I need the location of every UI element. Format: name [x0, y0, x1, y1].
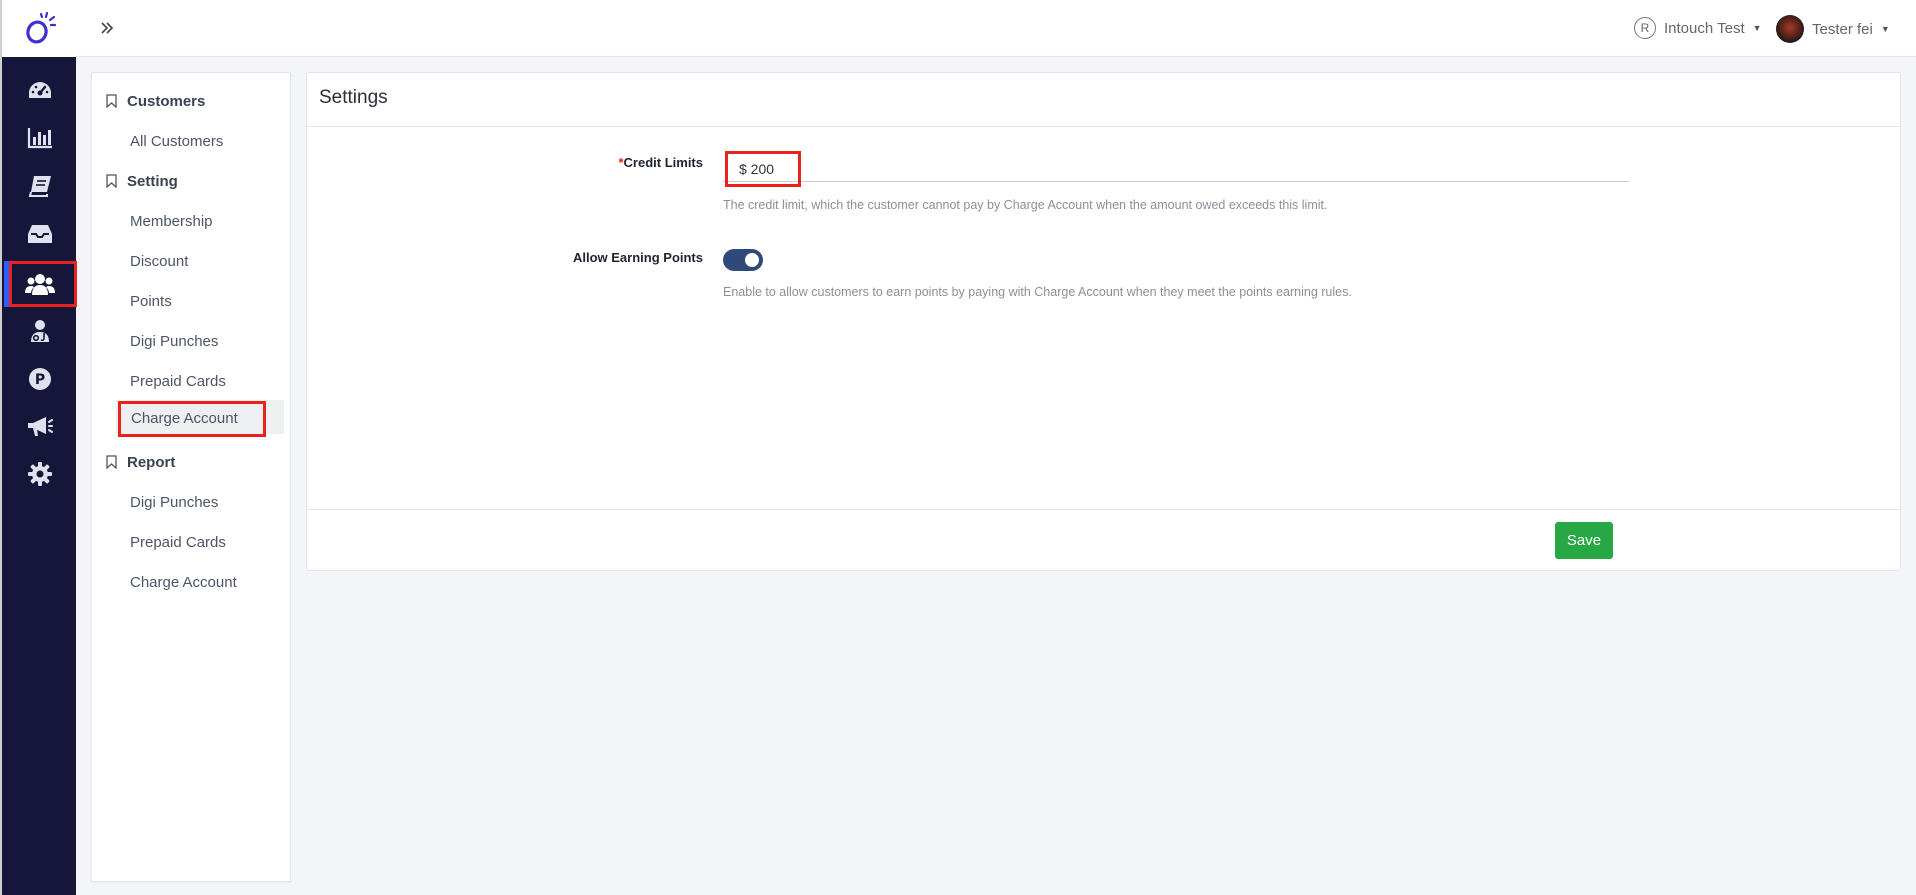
nav-item-label: Charge Account — [131, 409, 238, 427]
nav-group-report: Report — [106, 450, 175, 474]
bookmark-icon — [106, 455, 117, 469]
nav-item-label: Prepaid Cards — [130, 372, 226, 390]
user-menu[interactable]: Tester fei ▼ — [1776, 15, 1890, 43]
rail-catalog[interactable] — [2, 164, 78, 208]
nav-item-label: Digi Punches — [130, 332, 219, 350]
rail-inbox[interactable] — [2, 212, 78, 256]
caret-down-icon: ▼ — [1752, 23, 1762, 33]
nav-item-prepaid-cards[interactable]: Prepaid Cards — [130, 367, 226, 395]
nav-item-membership[interactable]: Membership — [130, 207, 213, 235]
rail-dashboard[interactable] — [2, 69, 78, 113]
app-logo[interactable] — [2, 0, 78, 57]
rail-points[interactable]: P — [2, 357, 78, 401]
staff-icon — [31, 320, 49, 342]
nav-item-label: Discount — [130, 252, 189, 270]
gear-icon — [28, 462, 52, 486]
allow-earning-points-toggle[interactable] — [723, 249, 763, 271]
divider — [307, 126, 1900, 127]
store-name: Intouch Test — [1664, 19, 1745, 37]
settings-card: Settings *Credit Limits $ 200 The credit… — [306, 72, 1901, 571]
credit-limits-label: *Credit Limits — [618, 155, 703, 170]
nav-group-customers: Customers — [106, 89, 205, 113]
save-button[interactable]: Save — [1555, 522, 1613, 559]
credit-limits-label-text: Credit Limits — [623, 155, 703, 170]
nav-group-label: Report — [127, 453, 176, 471]
page-title: Settings — [319, 87, 388, 108]
top-bar: R Intouch Test ▼ Tester fei ▼ — [76, 0, 1916, 57]
store-selector[interactable]: R Intouch Test ▼ — [1634, 16, 1762, 40]
rail-marketing[interactable] — [2, 404, 78, 448]
caret-down-icon: ▼ — [1880, 24, 1890, 34]
logo-icon — [25, 11, 56, 44]
credit-limits-input[interactable]: $ 200 — [725, 151, 801, 187]
rail-settings[interactable] — [2, 452, 78, 496]
book-icon — [28, 176, 51, 197]
nav-item-label: Points — [130, 292, 172, 310]
nav-item-label: Membership — [130, 212, 213, 230]
nav-item-label: All Customers — [130, 132, 224, 150]
user-name: Tester fei — [1812, 20, 1873, 38]
divider — [307, 509, 1900, 510]
expand-sidebar-button[interactable] — [96, 17, 118, 39]
store-badge: R — [1634, 17, 1656, 39]
svg-text:P: P — [35, 372, 45, 388]
nav-item-all-customers[interactable]: All Customers — [130, 127, 223, 155]
nav-item-label: Prepaid Cards — [130, 533, 226, 551]
rail-reports[interactable] — [2, 116, 78, 160]
nav-item-points[interactable]: Points — [130, 287, 172, 315]
customers-icon — [25, 274, 55, 295]
nav-group-setting: Setting — [106, 169, 178, 193]
avatar — [1776, 15, 1804, 43]
megaphone-icon — [28, 417, 53, 436]
nav-item-discount[interactable]: Discount — [130, 247, 188, 275]
toggle-knob — [745, 253, 759, 267]
dashboard-icon — [29, 82, 51, 98]
nav-item-label: Digi Punches — [130, 493, 219, 511]
bookmark-icon — [106, 174, 117, 188]
nav-item-report-digi-punches[interactable]: Digi Punches — [130, 488, 218, 516]
bar-chart-icon — [27, 128, 52, 149]
secondary-nav: Customers All Customers Setting Membersh… — [91, 72, 291, 882]
nav-group-label: Setting — [127, 172, 178, 190]
double-chevron-right-icon — [101, 22, 114, 34]
rail-customers[interactable] — [2, 262, 78, 306]
nav-item-charge-account[interactable]: Charge Account — [131, 404, 238, 432]
nav-item-label: Charge Account — [130, 573, 237, 591]
nav-group-label: Customers — [127, 92, 206, 110]
icon-rail: P — [0, 0, 78, 895]
nav-item-report-prepaid-cards[interactable]: Prepaid Cards — [130, 528, 226, 556]
inbox-icon — [28, 225, 52, 243]
credit-limits-field: $ 200 — [723, 151, 1629, 187]
allow-earning-points-help: Enable to allow customers to earn points… — [723, 285, 1352, 299]
p-circle-icon: P — [29, 368, 51, 390]
allow-earning-points-label: Allow Earning Points — [572, 250, 703, 265]
rail-staff[interactable] — [2, 309, 78, 353]
nav-item-report-charge-account[interactable]: Charge Account — [130, 568, 237, 596]
bookmark-icon — [106, 94, 117, 108]
credit-limits-help: The credit limit, which the customer can… — [723, 198, 1328, 212]
nav-item-digi-punches[interactable]: Digi Punches — [130, 327, 218, 355]
